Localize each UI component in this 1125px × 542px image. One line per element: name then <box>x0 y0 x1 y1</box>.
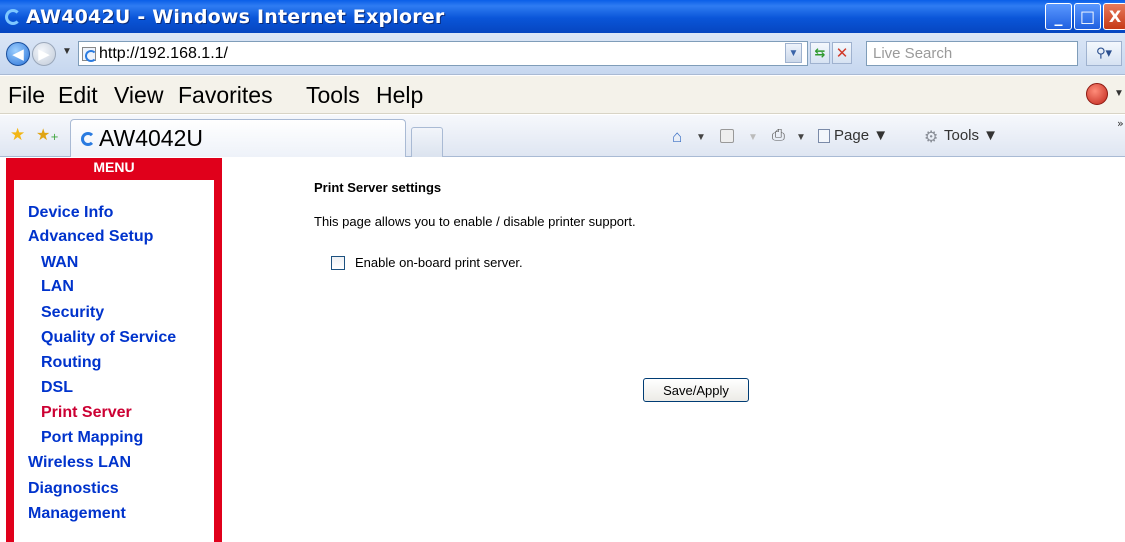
window-title: AW4042U - Windows Internet Explorer <box>26 5 445 28</box>
enable-print-server-checkbox[interactable] <box>331 255 345 270</box>
home-icon[interactable]: ⌂ <box>672 127 682 147</box>
maximize-button[interactable]: □ <box>1074 3 1101 30</box>
minimize-button[interactable]: _ <box>1045 3 1072 30</box>
favorites-star-icon[interactable]: ★ <box>10 125 25 145</box>
address-toolbar: ◀ ▶ ▼ http://192.168.1.1/ ▼ ⇆ ✕ ⚲▾ <box>0 33 1125 75</box>
nav-advanced-setup[interactable]: Advanced Setup <box>28 228 153 246</box>
address-url[interactable]: http://192.168.1.1/ <box>99 45 228 63</box>
settings-panel: Print Server settings This page allows y… <box>230 158 1125 542</box>
forward-button[interactable]: ▶ <box>32 42 56 66</box>
feeds-dropdown-icon[interactable]: ▼ <box>748 132 758 143</box>
tab-label: AW4042U <box>99 125 203 151</box>
nav-port-mapping[interactable]: Port Mapping <box>41 429 143 447</box>
refresh-icon[interactable]: ⇆ <box>810 42 830 64</box>
menu-favorites[interactable]: Favorites <box>178 82 273 109</box>
page-icon <box>82 46 97 62</box>
window-title-bar: AW4042U - Windows Internet Explorer _ □ … <box>0 0 1125 33</box>
add-favorites-icon[interactable]: ★+ <box>36 125 59 144</box>
feeds-icon[interactable] <box>720 129 734 143</box>
home-dropdown-icon[interactable]: ▼ <box>696 132 706 143</box>
stop-icon[interactable]: ✕ <box>832 42 852 64</box>
address-input[interactable]: http://192.168.1.1/ <box>78 41 808 66</box>
tab-row: ★ ★+ AW4042U ⌂ ▼ ▼ ⎙ ▼ Page ▼ ⚙ Tools ▼ … <box>0 115 1125 157</box>
menu-file[interactable]: File <box>8 82 45 109</box>
menu-header: MENU <box>14 158 214 180</box>
tab-ie-icon <box>81 131 95 146</box>
nav-print-server[interactable]: Print Server <box>41 404 132 422</box>
search-field[interactable] <box>866 41 1078 66</box>
nav-device-info[interactable]: Device Info <box>28 204 113 222</box>
new-tab-button[interactable] <box>411 127 443 157</box>
overflow-chevron-icon[interactable]: » <box>1117 117 1124 130</box>
page-title: Print Server settings <box>314 180 442 195</box>
tools-gear-icon: ⚙ <box>924 127 939 146</box>
tools-menu[interactable]: Tools ▼ <box>944 127 998 144</box>
nav-diagnostics[interactable]: Diagnostics <box>28 480 119 498</box>
menu-tools[interactable]: Tools <box>306 82 360 109</box>
enable-print-server-label[interactable]: Enable on-board print server. <box>355 255 523 270</box>
nav-wan[interactable]: WAN <box>41 254 78 272</box>
address-dropdown-icon[interactable]: ▼ <box>785 43 802 63</box>
sidebar-menu: MENU Device Info Advanced Setup WAN LAN … <box>6 158 222 542</box>
save-apply-button[interactable]: Save/Apply <box>643 378 749 402</box>
search-input[interactable] <box>873 45 1077 62</box>
tab-aw4042u[interactable]: AW4042U <box>70 119 406 157</box>
page-menu[interactable]: Page ▼ <box>834 127 888 144</box>
history-dropdown-icon[interactable]: ▼ <box>62 46 72 57</box>
menu-edit[interactable]: Edit <box>58 82 98 109</box>
page-content: MENU Device Info Advanced Setup WAN LAN … <box>0 158 1125 542</box>
nav-quality-of-service[interactable]: Quality of Service <box>41 329 176 347</box>
nav-routing[interactable]: Routing <box>41 354 101 372</box>
acrobat-dropdown-icon[interactable]: ▼ <box>1114 88 1124 99</box>
nav-wireless-lan[interactable]: Wireless LAN <box>28 454 131 472</box>
print-dropdown-icon[interactable]: ▼ <box>796 132 806 143</box>
close-button[interactable]: X <box>1103 3 1125 30</box>
print-icon[interactable]: ⎙ <box>772 127 785 145</box>
back-button[interactable]: ◀ <box>6 42 30 66</box>
ie-logo-icon <box>5 8 21 25</box>
nav-security[interactable]: Security <box>41 304 104 322</box>
nav-lan[interactable]: LAN <box>41 278 74 296</box>
enable-print-server-row: Enable on-board print server. <box>331 255 523 270</box>
nav-dsl[interactable]: DSL <box>41 379 73 397</box>
search-icon[interactable]: ⚲▾ <box>1086 41 1122 66</box>
acrobat-icon[interactable] <box>1086 83 1108 105</box>
menu-view[interactable]: View <box>114 82 163 109</box>
page-menu-icon <box>818 129 830 143</box>
page-description: This page allows you to enable / disable… <box>314 214 636 229</box>
menu-bar: File Edit View Favorites Tools Help ▼ <box>0 76 1125 114</box>
nav-management[interactable]: Management <box>28 505 126 523</box>
menu-help[interactable]: Help <box>376 82 423 109</box>
